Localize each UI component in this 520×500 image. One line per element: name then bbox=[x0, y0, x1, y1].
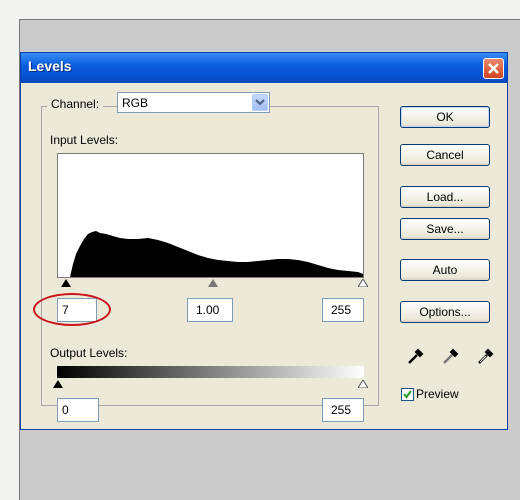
output-black-slider[interactable] bbox=[53, 380, 63, 388]
black-eyedropper-icon[interactable] bbox=[407, 347, 425, 365]
title-bar[interactable]: Levels bbox=[21, 53, 507, 83]
options-button[interactable]: Options... bbox=[400, 301, 490, 323]
preview-checkbox[interactable] bbox=[401, 388, 414, 401]
output-black-field[interactable]: 0 bbox=[57, 398, 99, 422]
output-white-slider[interactable] bbox=[358, 380, 368, 388]
checkmark-icon bbox=[403, 390, 412, 399]
close-button[interactable] bbox=[483, 58, 504, 79]
input-black-slider[interactable] bbox=[61, 279, 71, 287]
white-eyedropper-icon[interactable] bbox=[477, 347, 495, 365]
ok-button[interactable]: OK bbox=[400, 106, 490, 128]
cancel-button[interactable]: Cancel bbox=[400, 144, 490, 166]
output-black-value: 0 bbox=[62, 403, 69, 417]
preview-label: Preview bbox=[416, 387, 459, 401]
output-white-field[interactable]: 255 bbox=[322, 398, 364, 422]
input-gamma-field[interactable]: 1.00 bbox=[187, 298, 233, 322]
input-gamma-slider[interactable] bbox=[208, 279, 218, 287]
channel-label: Channel: bbox=[47, 97, 104, 111]
auto-button[interactable]: Auto bbox=[400, 259, 490, 281]
highlight-circle bbox=[33, 293, 111, 326]
input-white-slider[interactable] bbox=[358, 279, 368, 287]
levels-dialog: Levels Channel: RGB Input Levels: 7 1.00… bbox=[20, 52, 508, 430]
output-gradient-bar bbox=[57, 366, 364, 378]
load-button[interactable]: Load... bbox=[400, 186, 490, 208]
dialog-title: Levels bbox=[28, 58, 72, 74]
input-gamma-value: 1.00 bbox=[196, 303, 220, 317]
input-levels-label: Input Levels: bbox=[50, 133, 119, 147]
histogram bbox=[57, 153, 364, 278]
channel-select[interactable]: RGB bbox=[117, 92, 270, 113]
input-white-field[interactable]: 255 bbox=[322, 298, 364, 322]
close-icon bbox=[488, 63, 499, 74]
output-white-value: 255 bbox=[331, 403, 352, 417]
input-white-value: 255 bbox=[331, 303, 352, 317]
channel-value: RGB bbox=[122, 96, 149, 110]
output-levels-label: Output Levels: bbox=[50, 346, 128, 360]
dropdown-arrow-icon[interactable] bbox=[252, 94, 268, 111]
save-button[interactable]: Save... bbox=[400, 218, 490, 240]
gray-eyedropper-icon[interactable] bbox=[442, 347, 460, 365]
